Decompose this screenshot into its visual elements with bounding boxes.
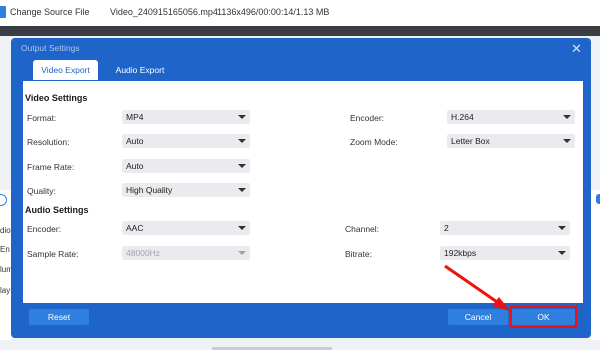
annotation-arrow xyxy=(444,264,510,311)
annotation-highlight-box xyxy=(510,306,577,328)
